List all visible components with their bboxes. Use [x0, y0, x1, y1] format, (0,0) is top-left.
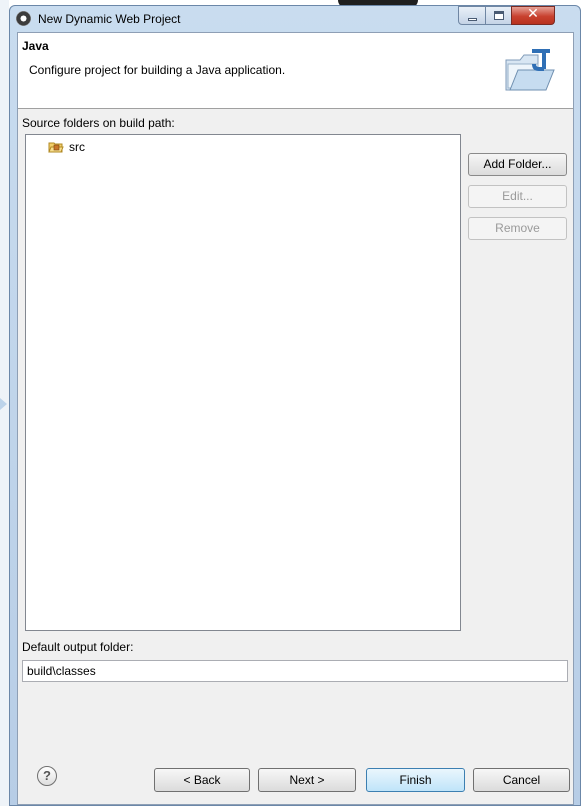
window-title: New Dynamic Web Project — [38, 12, 181, 26]
minimize-button[interactable] — [458, 6, 486, 25]
edit-button[interactable]: Edit... — [468, 185, 567, 208]
wizard-footer: ? < Back Next > Finish Cancel — [18, 745, 573, 804]
dialog-content: Java Configure project for building a Ja… — [17, 32, 574, 805]
tree-item-label: src — [69, 140, 85, 154]
java-folder-icon — [505, 49, 555, 91]
wizard-header: Java Configure project for building a Ja… — [18, 33, 573, 109]
package-folder-icon — [48, 142, 64, 153]
cancel-button[interactable]: Cancel — [473, 768, 570, 792]
next-button[interactable]: Next > — [258, 768, 356, 792]
finish-button[interactable]: Finish — [366, 768, 465, 792]
add-folder-button[interactable]: Add Folder... — [468, 153, 567, 176]
tree-item-src[interactable]: src — [48, 140, 85, 154]
help-icon[interactable]: ? — [37, 766, 57, 786]
minimize-icon — [468, 18, 477, 21]
title-bar[interactable]: New Dynamic Web Project ✕ — [10, 6, 580, 32]
eclipse-icon — [16, 11, 31, 26]
output-folder-label: Default output folder: — [22, 640, 134, 654]
output-folder-field[interactable]: build\classes — [22, 660, 568, 682]
close-icon: ✕ — [527, 6, 539, 22]
page-title: Java — [22, 39, 49, 53]
background-arrow — [0, 398, 7, 410]
back-button[interactable]: < Back — [154, 768, 250, 792]
close-button[interactable]: ✕ — [511, 6, 555, 25]
remove-button[interactable]: Remove — [468, 217, 567, 240]
source-folders-tree[interactable]: src — [25, 134, 461, 631]
maximize-button[interactable] — [485, 6, 512, 25]
source-folders-label: Source folders on build path: — [22, 116, 175, 130]
page-description: Configure project for building a Java ap… — [29, 63, 286, 77]
maximize-icon — [494, 11, 504, 20]
dialog-window: New Dynamic Web Project ✕ Java Configure… — [9, 5, 581, 806]
